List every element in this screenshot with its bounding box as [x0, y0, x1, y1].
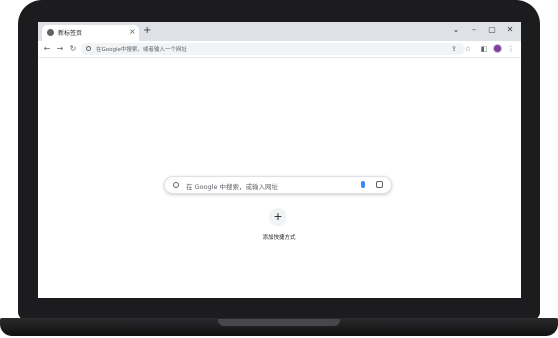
plus-icon[interactable]: + [269, 208, 287, 226]
share-icon[interactable]: ⇪ [449, 44, 459, 54]
tab-strip: 新标签页 × + ⌄ – ▢ ✕ [38, 22, 521, 41]
google-lens-icon[interactable] [376, 181, 383, 188]
forward-button[interactable]: → [55, 44, 65, 54]
browser-toolbar: ← → ↻ 在Google中搜索，或者输入一个网址 ⇪ ☆ ◧ ⋮ [38, 41, 521, 58]
add-shortcut-tile[interactable]: + 添加快捷方式 [258, 208, 300, 248]
close-window-button[interactable]: ✕ [504, 25, 516, 35]
ntp-search-box[interactable]: 在 Google 中搜索，或输入网址 [164, 176, 392, 194]
omnibox-placeholder[interactable]: 在Google中搜索，或者输入一个网址 [96, 45, 187, 53]
laptop-notch [218, 319, 340, 326]
profile-avatar[interactable] [493, 44, 502, 53]
omnibox[interactable]: 在Google中搜索，或者输入一个网址 [81, 43, 465, 55]
add-shortcut-label: 添加快捷方式 [262, 235, 296, 241]
side-panel-icon[interactable]: ◧ [479, 44, 489, 54]
tab-search-chevron-icon[interactable]: ⌄ [450, 25, 462, 35]
microphone-icon[interactable] [361, 181, 365, 188]
search-icon [86, 46, 91, 51]
tab-new-tab[interactable]: 新标签页 × [42, 25, 139, 41]
minimize-button[interactable]: – [468, 25, 480, 35]
new-tab-button[interactable]: + [143, 26, 151, 36]
bookmark-star-icon[interactable]: ☆ [463, 44, 473, 54]
maximize-button[interactable]: ▢ [486, 25, 498, 35]
search-icon [173, 182, 179, 188]
reload-button[interactable]: ↻ [68, 44, 78, 54]
browser-window: 新标签页 × + ⌄ – ▢ ✕ ← → ↻ 在Google中搜索，或者输入一个… [38, 22, 521, 298]
kebab-menu-icon[interactable]: ⋮ [506, 44, 516, 54]
back-button[interactable]: ← [42, 44, 52, 54]
ntp-search-placeholder[interactable]: 在 Google 中搜索，或输入网址 [186, 181, 278, 191]
tab-title: 新标签页 [58, 30, 83, 37]
tab-close-icon[interactable]: × [129, 27, 136, 37]
chrome-favicon-icon [47, 29, 54, 36]
